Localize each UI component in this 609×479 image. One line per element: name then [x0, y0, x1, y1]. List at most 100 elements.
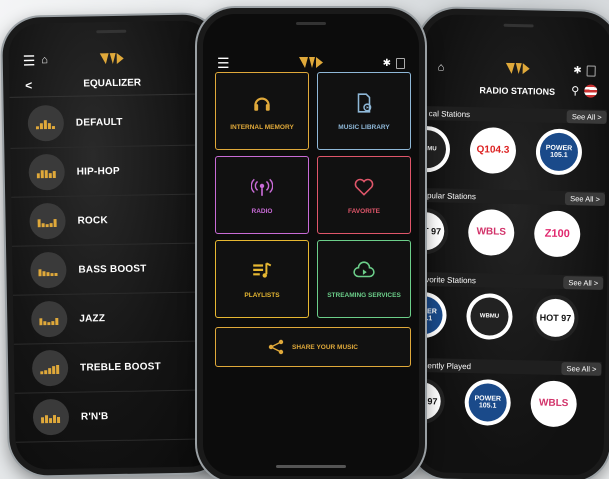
menu-tile-internal-memory[interactable]: INTERNAL MEMORY	[215, 72, 309, 150]
equalizer-item-label: JAZZ	[79, 312, 106, 325]
station-row: HOT 97POWER 105.1WBLS	[415, 377, 578, 428]
menu-tile-label: FAVORITE	[347, 207, 381, 215]
see-all-button[interactable]: See All >	[565, 191, 606, 206]
back-icon[interactable]: <	[25, 73, 32, 97]
equalizer-item[interactable]: ROCK	[11, 194, 218, 247]
equalizer-item-label: ROCK	[77, 214, 108, 227]
equalizer-preset-icon	[30, 300, 68, 338]
search-icon[interactable]: ⚲	[571, 84, 579, 97]
see-all-button[interactable]: See All >	[563, 275, 604, 290]
station-logo[interactable]: WBMU	[466, 293, 513, 340]
home-indicator	[276, 465, 346, 468]
station-name: WBMU	[470, 297, 509, 336]
station-row: WBMU Q104.3 POWER 105.1	[415, 125, 583, 176]
station-row: HOT 97WBLSZ100	[415, 207, 581, 258]
radio-sections: cal Stations See All > WBMU Q104.3 POWER 10…	[415, 14, 609, 428]
equalizer-preset-icon	[31, 349, 69, 387]
station-logo[interactable]: WBLS	[530, 380, 578, 428]
station-logo[interactable]: Z100	[533, 210, 581, 258]
section-title: vorite Stations	[425, 274, 477, 285]
phone-home: ☰ ✱ INTERNAL MEMORY MUSIC LIBRARY RADIO …	[197, 8, 425, 479]
section-title: cently Played	[423, 360, 472, 371]
equalizer-item[interactable]: DEFAULT	[9, 96, 217, 149]
station-name: HOT 97	[536, 298, 575, 338]
home-topbar: ☰ ✱	[203, 52, 419, 74]
menu-tile-favorite[interactable]: FAVORITE	[317, 156, 411, 234]
device-icon[interactable]	[586, 64, 596, 77]
home-menu-grid: INTERNAL MEMORY MUSIC LIBRARY RADIO FAVO…	[215, 72, 411, 318]
equalizer-title: EQUALIZER	[83, 77, 142, 90]
station-logo[interactable]: Q104.3	[469, 127, 517, 175]
heart-icon	[354, 178, 374, 196]
radio-screen: ⌂ ✱ RADIO STATIONS ⚲ cal Stations See Al…	[415, 14, 609, 476]
section-title: pular Stations	[426, 190, 477, 201]
station-logo[interactable]: HOT 97	[532, 294, 579, 342]
equalizer-item-label: BASS BOOST	[78, 262, 147, 276]
station-logo[interactable]: POWER 105.1	[464, 379, 512, 426]
station-name: WBLS	[534, 384, 574, 424]
home-icon[interactable]: ⌂	[41, 54, 48, 66]
equalizer-item[interactable]: BASS BOOST	[12, 243, 219, 296]
speaker-notch	[503, 23, 534, 28]
share-button[interactable]: SHARE YOUR MUSIC	[215, 327, 411, 367]
station-section-header: cently Played See All >	[417, 358, 602, 376]
radio-icon	[251, 178, 273, 196]
station-name: POWER 105.1	[539, 132, 579, 172]
equalizer-preset-icon	[32, 398, 70, 436]
playlist-icon	[253, 261, 272, 278]
speaker-notch	[96, 29, 127, 34]
app-logo-icon	[99, 52, 124, 65]
radio-title: RADIO STATIONS	[479, 85, 556, 97]
equalizer-item-label: DEFAULT	[75, 116, 123, 129]
app-logo-icon	[505, 62, 530, 75]
bluetooth-icon[interactable]: ✱	[383, 58, 391, 69]
bluetooth-icon[interactable]: ✱	[573, 65, 582, 76]
phone-equalizer: ☰ ⌂ < EQUALIZER DEFAULT HIP-HOP ROCK BAS…	[2, 14, 228, 476]
menu-icon[interactable]: ☰	[23, 52, 36, 69]
see-all-button[interactable]: See All >	[561, 361, 602, 376]
section-title: cal Stations	[428, 108, 471, 119]
music-library-icon	[357, 92, 372, 113]
menu-tile-label: MUSIC LIBRARY	[338, 123, 390, 131]
speaker-notch	[296, 22, 326, 25]
menu-tile-streaming-services[interactable]: STREAMING SERVICES	[317, 240, 411, 318]
cloud-play-icon	[353, 261, 375, 277]
equalizer-topbar: ☰ ⌂	[9, 46, 215, 72]
share-icon	[268, 339, 284, 355]
station-name: Z100	[537, 214, 577, 254]
station-name: Q104.3	[473, 131, 513, 170]
headphones-icon	[254, 97, 270, 111]
equalizer-item-label: R'N'B	[80, 410, 109, 423]
menu-icon[interactable]: ☰	[217, 55, 230, 72]
station-name: POWER 105.1	[468, 383, 508, 422]
see-all-button[interactable]: See All >	[566, 109, 607, 124]
equalizer-screen: ☰ ⌂ < EQUALIZER DEFAULT HIP-HOP ROCK BAS…	[8, 20, 222, 470]
station-section-header: pular Stations See All >	[420, 188, 606, 206]
equalizer-header: < EQUALIZER	[8, 70, 216, 98]
equalizer-item[interactable]: HIP-HOP	[10, 145, 218, 198]
equalizer-item[interactable]: TREBLE BOOST	[13, 341, 221, 394]
menu-tile-playlists[interactable]: PLAYLISTS	[215, 240, 309, 318]
menu-tile-label: PLAYLISTS	[244, 291, 280, 299]
equalizer-item-label: HIP-HOP	[76, 165, 120, 178]
equalizer-item-label: TREBLE BOOST	[80, 360, 161, 374]
menu-tile-music-library[interactable]: MUSIC LIBRARY	[317, 72, 411, 150]
station-logo[interactable]: WBLS	[467, 209, 515, 256]
home-icon[interactable]: ⌂	[438, 61, 445, 73]
station-row: POWER 105.1WBMUHOT 97	[415, 291, 579, 342]
equalizer-item[interactable]: JAZZ	[12, 292, 220, 345]
menu-tile-radio[interactable]: RADIO	[215, 156, 309, 234]
equalizer-item[interactable]: R'N'B	[14, 390, 222, 443]
station-name: WBLS	[471, 213, 511, 252]
home-screen: ☰ ✱ INTERNAL MEMORY MUSIC LIBRARY RADIO …	[203, 14, 419, 476]
equalizer-preset-icon	[29, 202, 66, 240]
phone-radio: ⌂ ✱ RADIO STATIONS ⚲ cal Stations See Al…	[409, 7, 609, 479]
station-logo[interactable]: POWER 105.1	[535, 128, 583, 176]
equalizer-preset-icon	[27, 104, 65, 142]
app-logo-icon	[299, 57, 323, 68]
device-icon[interactable]	[396, 57, 405, 69]
radio-topbar: ⌂ ✱	[423, 56, 609, 82]
station-section-header: vorite Stations See All >	[419, 272, 604, 290]
menu-tile-label: STREAMING SERVICES	[327, 291, 401, 299]
share-label: SHARE YOUR MUSIC	[292, 343, 358, 351]
